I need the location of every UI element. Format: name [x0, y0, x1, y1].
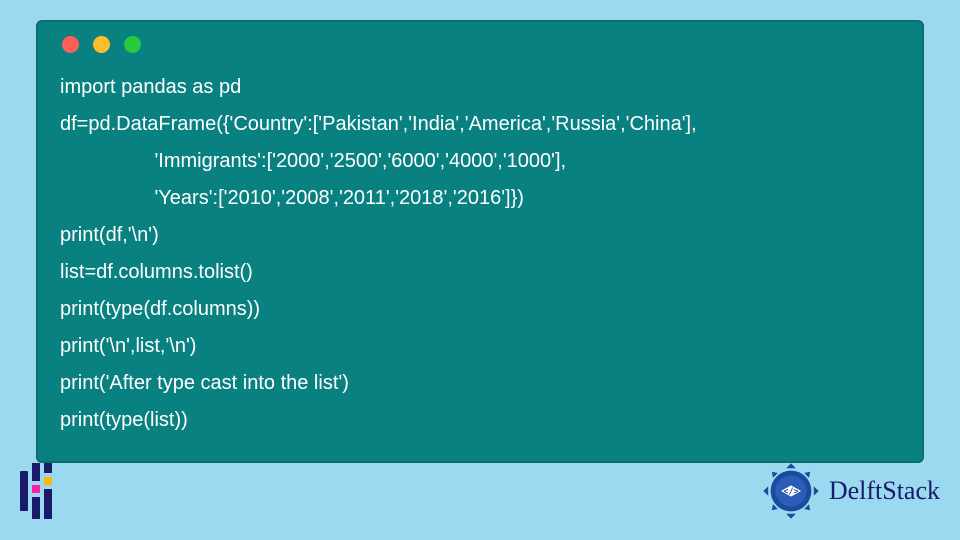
code-card: import pandas as pd df=pd.DataFrame({'Co… — [36, 20, 924, 463]
minimize-icon — [93, 36, 110, 53]
footer-bar: </> DelftStack — [0, 453, 960, 528]
code-block: import pandas as pd df=pd.DataFrame({'Co… — [60, 69, 900, 439]
left-logo-icon — [20, 462, 52, 520]
gear-seal-icon: </> — [761, 461, 821, 521]
window-traffic-lights — [60, 36, 900, 53]
maximize-icon — [124, 36, 141, 53]
brand-name: DelftStack — [829, 476, 940, 506]
close-icon — [62, 36, 79, 53]
svg-text:</>: </> — [783, 486, 798, 496]
brand-logo: </> DelftStack — [761, 461, 940, 521]
